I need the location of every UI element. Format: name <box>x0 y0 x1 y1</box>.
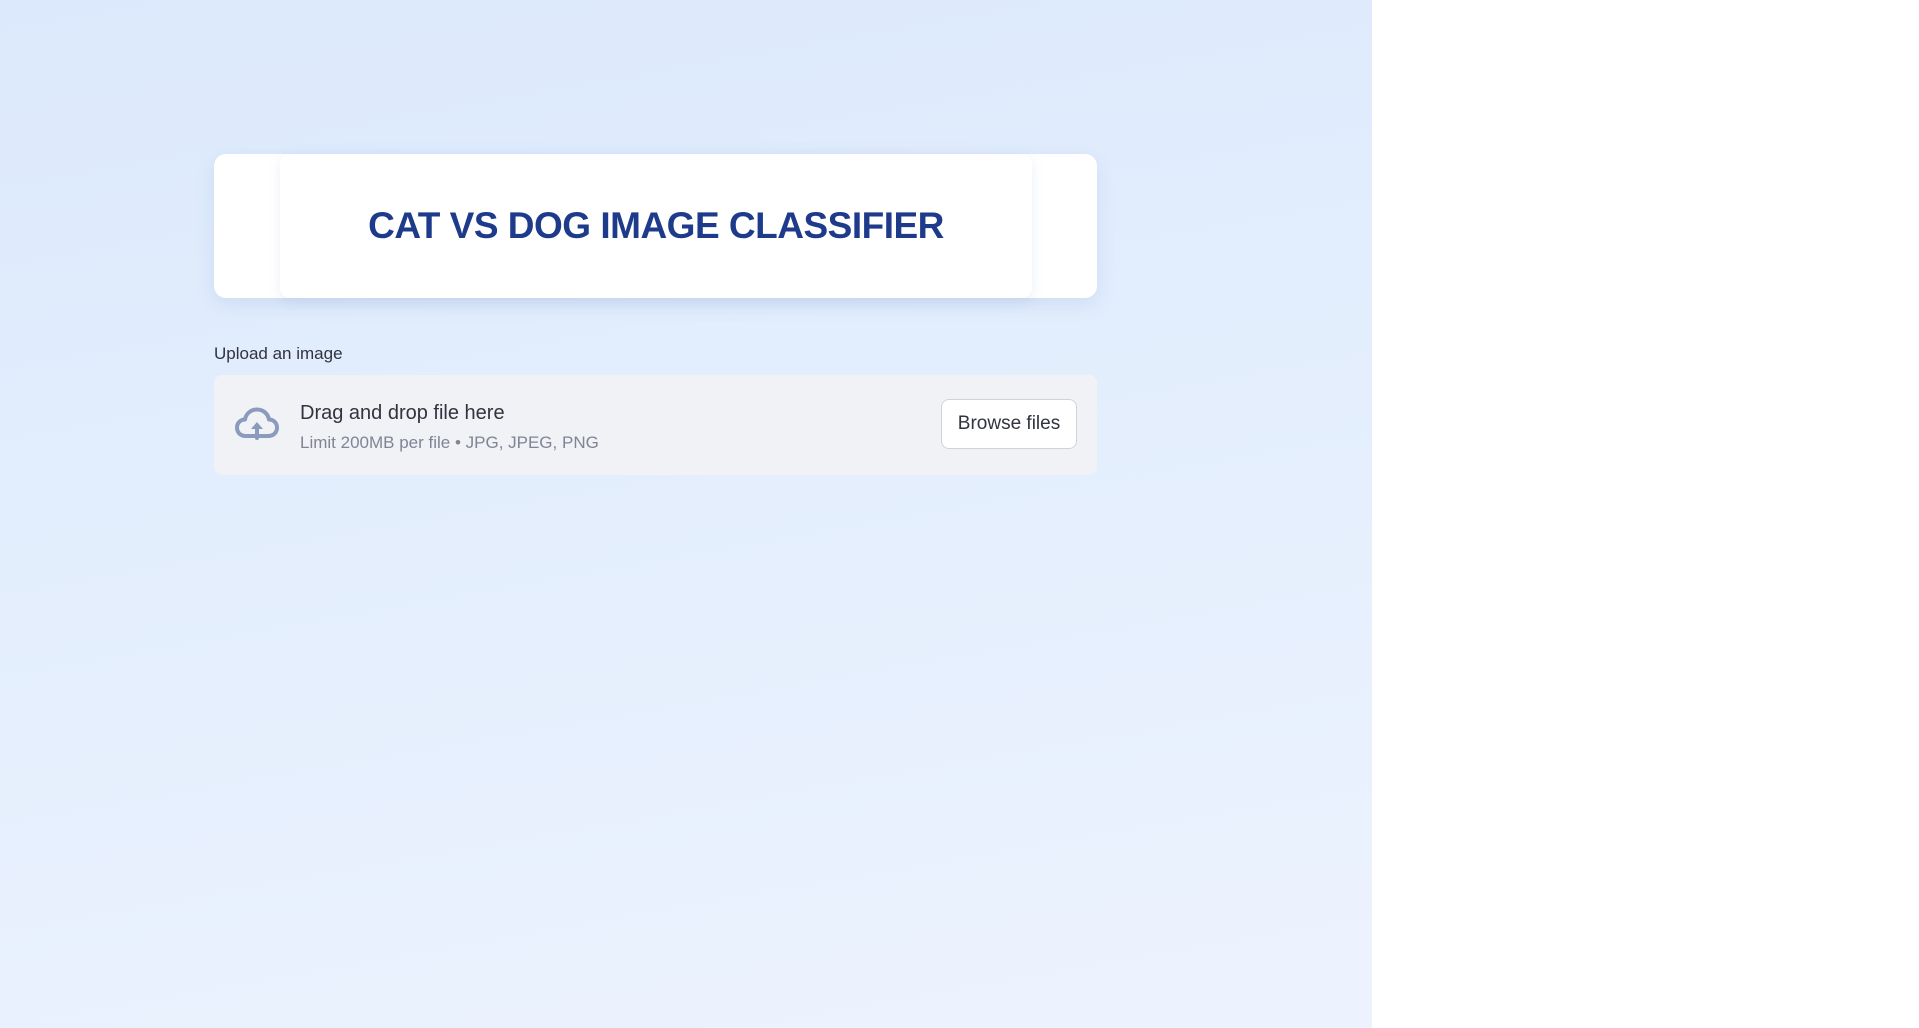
file-limit-text: Limit 200MB per file • JPG, JPEG, PNG <box>300 433 599 452</box>
page-title: CAT VS DOG IMAGE CLASSIFIER <box>368 205 944 246</box>
drop-instruction-text: Drag and drop file here <box>300 402 505 424</box>
upload-label: Upload an image <box>214 344 343 363</box>
main-content: CAT VS DOG IMAGE CLASSIFIER Upload an im… <box>214 154 1097 475</box>
cloud-upload-icon <box>235 407 279 440</box>
title-card: CAT VS DOG IMAGE CLASSIFIER <box>214 154 1097 298</box>
file-dropzone[interactable]: Drag and drop file here Limit 200MB per … <box>214 375 1097 475</box>
title-inner-card: CAT VS DOG IMAGE CLASSIFIER <box>280 154 1032 298</box>
browse-files-button[interactable]: Browse files <box>941 399 1077 449</box>
dropzone-instructions: Drag and drop file here Limit 200MB per … <box>300 401 599 453</box>
